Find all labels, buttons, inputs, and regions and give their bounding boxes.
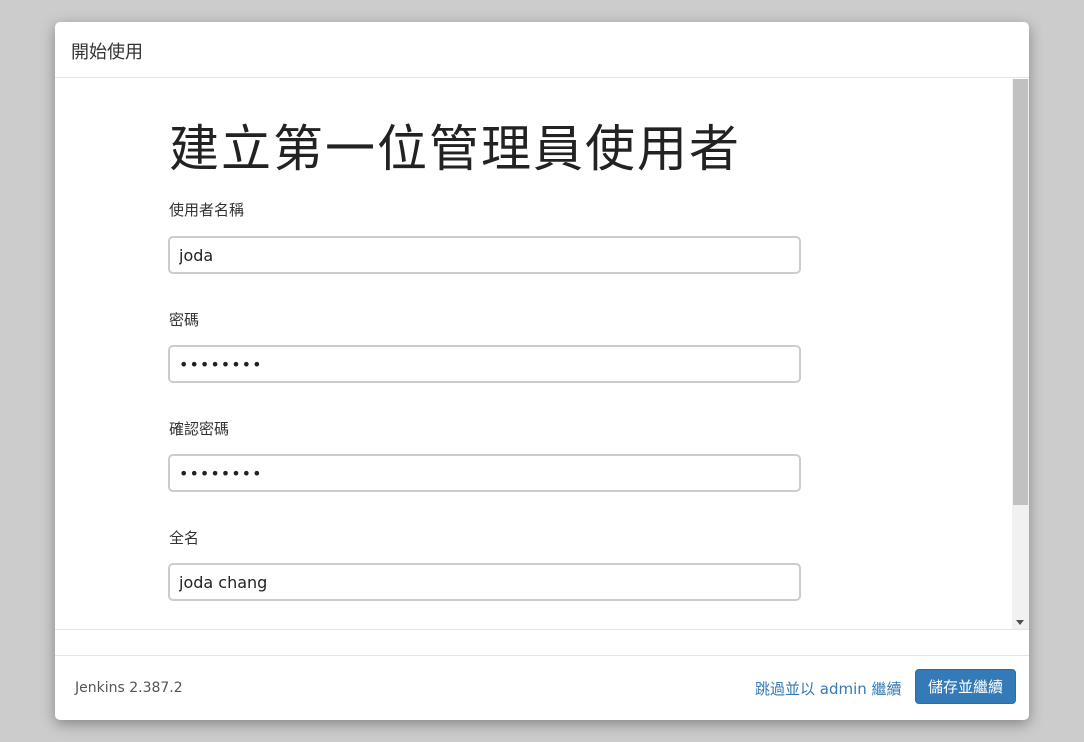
dialog-footer: Jenkins 2.387.2 跳過並以 admin 繼續 儲存並繼續 bbox=[55, 629, 1029, 720]
scrollbar[interactable] bbox=[1012, 79, 1029, 629]
password-label: 密碼 bbox=[169, 311, 200, 329]
page-title: 建立第一位管理員使用者 bbox=[169, 120, 741, 178]
password-input[interactable] bbox=[168, 345, 801, 383]
chevron-down-icon[interactable] bbox=[1016, 620, 1024, 625]
full-name-label: 全名 bbox=[169, 529, 200, 547]
save-and-continue-button[interactable]: 儲存並繼續 bbox=[915, 669, 1016, 704]
setup-dialog: 開始使用 建立第一位管理員使用者 使用者名稱 密碼 確認密碼 全名 Jenkin… bbox=[55, 22, 1029, 720]
skip-and-continue-link[interactable]: 跳過並以 admin 繼續 bbox=[755, 678, 902, 699]
username-input[interactable] bbox=[168, 236, 801, 274]
footer-divider bbox=[55, 655, 1029, 656]
dialog-header: 開始使用 bbox=[55, 22, 1029, 78]
confirm-password-input[interactable] bbox=[168, 454, 801, 492]
confirm-password-label: 確認密碼 bbox=[169, 420, 230, 438]
scrollbar-thumb[interactable] bbox=[1013, 79, 1028, 505]
version-label: Jenkins 2.387.2 bbox=[75, 680, 183, 696]
dialog-title: 開始使用 bbox=[71, 42, 143, 63]
dialog-body[interactable]: 建立第一位管理員使用者 使用者名稱 密碼 確認密碼 全名 bbox=[55, 79, 1012, 629]
username-label: 使用者名稱 bbox=[169, 201, 245, 219]
full-name-input[interactable] bbox=[168, 563, 801, 601]
